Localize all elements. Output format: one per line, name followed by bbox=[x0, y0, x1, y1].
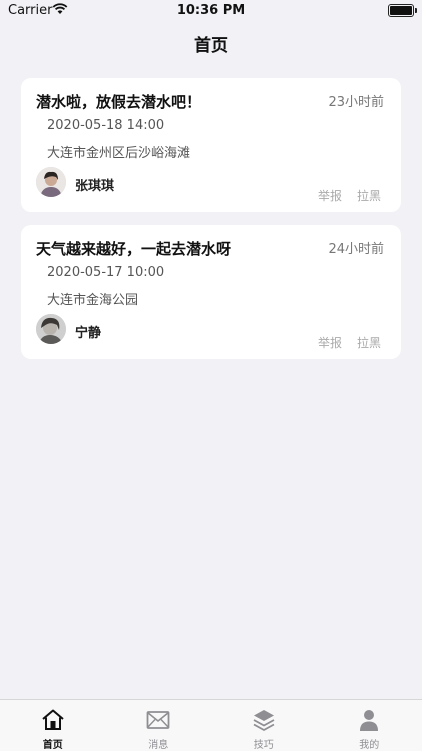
avatar[interactable] bbox=[36, 314, 66, 344]
post-list: 潜水啦，放假去潜水吧！ 23小时前 2020-05-18 14:00 大连市金州… bbox=[21, 78, 401, 372]
tab-label: 首页 bbox=[0, 736, 106, 751]
home-icon bbox=[41, 708, 65, 732]
post-relative-time: 23小时前 bbox=[328, 91, 384, 110]
report-button[interactable]: 举报 bbox=[318, 187, 342, 204]
battery-icon bbox=[388, 4, 414, 17]
tab-home[interactable]: 首页 bbox=[0, 700, 106, 751]
post-title: 潜水啦，放假去潜水吧！ bbox=[36, 91, 201, 112]
tab-bar: 首页 消息 技巧 我的 bbox=[0, 699, 422, 751]
tab-profile[interactable]: 我的 bbox=[317, 700, 422, 751]
user-name[interactable]: 张琪琪 bbox=[75, 175, 114, 194]
avatar[interactable] bbox=[36, 167, 66, 197]
tab-label: 消息 bbox=[106, 736, 212, 751]
mail-icon bbox=[146, 708, 170, 732]
post-card[interactable]: 潜水啦，放假去潜水吧！ 23小时前 2020-05-18 14:00 大连市金州… bbox=[21, 78, 401, 212]
post-location: 大连市金海公园 bbox=[47, 289, 138, 308]
block-button[interactable]: 拉黑 bbox=[357, 187, 381, 204]
page-title: 首页 bbox=[0, 31, 422, 56]
status-time: 10:36 PM bbox=[0, 3, 422, 18]
post-date: 2020-05-18 14:00 bbox=[47, 118, 164, 133]
person-icon bbox=[357, 708, 381, 732]
post-relative-time: 24小时前 bbox=[328, 238, 384, 257]
report-button[interactable]: 举报 bbox=[318, 334, 342, 351]
layers-icon bbox=[252, 708, 276, 732]
tab-tips[interactable]: 技巧 bbox=[211, 700, 317, 751]
post-title: 天气越来越好，一起去潜水呀 bbox=[36, 238, 231, 259]
post-location: 大连市金州区后沙峪海滩 bbox=[47, 142, 190, 161]
block-button[interactable]: 拉黑 bbox=[357, 334, 381, 351]
post-card[interactable]: 天气越来越好，一起去潜水呀 24小时前 2020-05-17 10:00 大连市… bbox=[21, 225, 401, 359]
status-bar: Carrier 10:36 PM bbox=[0, 0, 422, 22]
post-date: 2020-05-17 10:00 bbox=[47, 265, 164, 280]
user-name[interactable]: 宁静 bbox=[75, 322, 101, 341]
tab-label: 我的 bbox=[317, 736, 422, 751]
tab-label: 技巧 bbox=[211, 736, 317, 751]
tab-messages[interactable]: 消息 bbox=[106, 700, 212, 751]
